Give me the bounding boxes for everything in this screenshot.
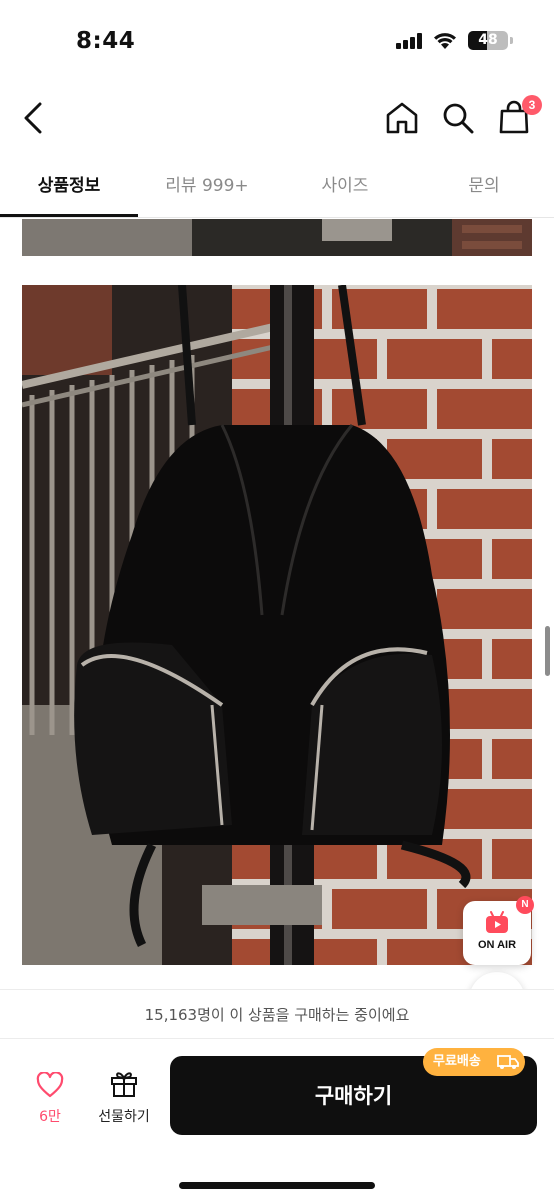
product-photo[interactable] — [22, 285, 532, 965]
gift-icon — [111, 1072, 137, 1097]
home-indicator — [179, 1182, 375, 1189]
signal-icon — [396, 33, 424, 49]
tab-reviews[interactable]: 리뷰 999+ — [138, 160, 276, 218]
truck-icon — [497, 1055, 519, 1069]
like-count: 6만 — [39, 1109, 61, 1125]
active-tab-indicator — [0, 214, 138, 217]
status-time: 8:44 — [76, 28, 136, 54]
buyers-count-text: 15,163명이 이 상품을 구매하는 중이에요 — [144, 1006, 410, 1024]
on-air-badge: N — [516, 896, 534, 914]
cart-badge: 3 — [522, 95, 542, 115]
status-bar: 8:44 48 — [0, 0, 554, 80]
battery-cap — [510, 37, 513, 44]
back-arrow-icon[interactable] — [16, 96, 52, 140]
free-shipping-label: 무료배송 — [433, 1054, 481, 1069]
home-icon[interactable] — [382, 98, 422, 138]
on-air-label: ON AIR — [477, 939, 517, 951]
tab-bar: 상품정보 리뷰 999+ 사이즈 문의 — [0, 160, 554, 218]
live-tv-icon — [486, 911, 508, 933]
gift-button[interactable]: 선물하기 — [88, 1068, 160, 1130]
gift-label: 선물하기 — [98, 1109, 150, 1125]
battery-icon: 48 — [468, 31, 508, 50]
search-icon[interactable] — [438, 98, 478, 138]
heart-icon — [36, 1072, 64, 1098]
like-button[interactable]: 6만 — [24, 1070, 76, 1130]
arrow-up-icon — [469, 972, 525, 989]
header — [0, 88, 554, 148]
previous-product-photo — [22, 219, 532, 256]
tab-product-info[interactable]: 상품정보 — [0, 160, 138, 218]
product-detail-content — [0, 219, 554, 989]
wifi-icon — [434, 33, 456, 49]
scroll-up-button[interactable] — [469, 972, 525, 989]
tab-inquiry[interactable]: 문의 — [414, 160, 554, 218]
scroll-indicator[interactable] — [545, 626, 550, 676]
battery-text: 48 — [478, 32, 498, 48]
free-shipping-badge: 무료배송 — [423, 1048, 525, 1076]
tab-size[interactable]: 사이즈 — [276, 160, 414, 218]
buyers-count-strip: 15,163명이 이 상품을 구매하는 중이에요 — [0, 989, 554, 1039]
